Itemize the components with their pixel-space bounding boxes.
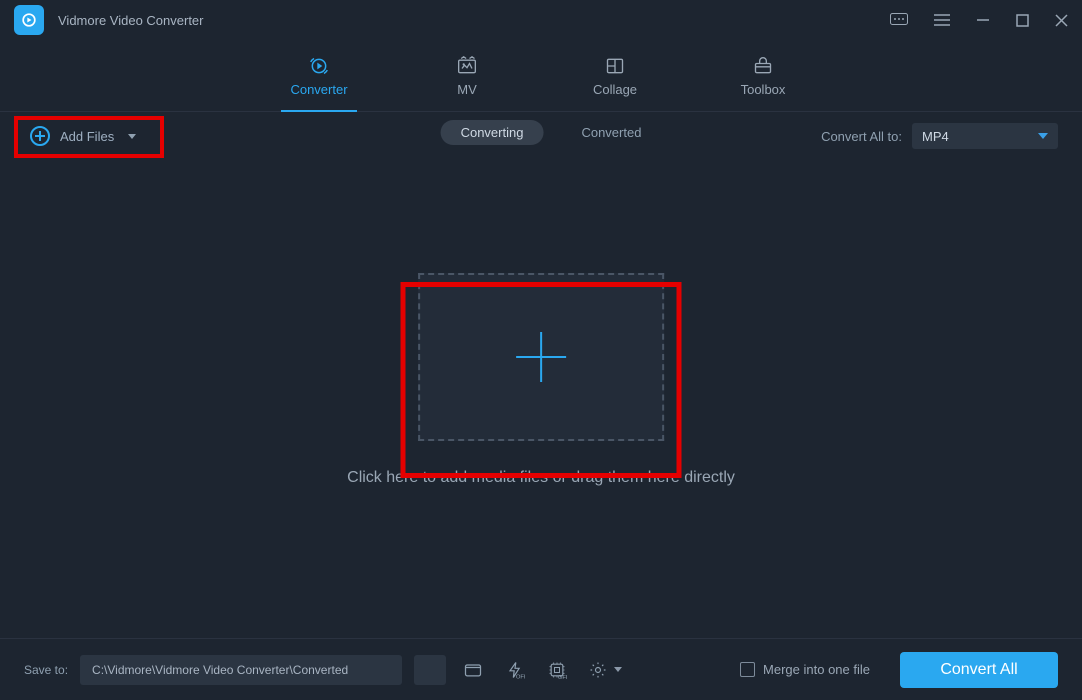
save-path-value: C:\Vidmore\Vidmore Video Converter\Conve… [92, 663, 348, 677]
footer-bar: Save to: C:\Vidmore\Vidmore Video Conver… [0, 638, 1082, 700]
tab-converting[interactable]: Converting [441, 120, 544, 145]
feedback-icon[interactable] [890, 13, 908, 27]
main-tabs: Converter MV Collage Toolbox [0, 40, 1082, 112]
menu-icon[interactable] [934, 14, 950, 26]
titlebar: Vidmore Video Converter [0, 0, 1082, 40]
tab-mv-label: MV [457, 82, 477, 97]
tab-collage[interactable]: Collage [579, 56, 651, 111]
chevron-down-icon [614, 667, 622, 672]
svg-text:OFF: OFF [516, 674, 525, 680]
convert-all-to-label: Convert All to: [821, 129, 902, 144]
merge-label: Merge into one file [763, 662, 870, 677]
output-format-value: MP4 [922, 129, 949, 144]
add-files-button[interactable]: Add Files [24, 122, 142, 150]
drop-zone[interactable] [418, 273, 664, 441]
gpu-button[interactable]: OFF [542, 655, 572, 685]
settings-dropdown[interactable] [584, 660, 626, 680]
maximize-button[interactable] [1016, 14, 1029, 27]
output-format-dropdown[interactable]: MP4 [912, 123, 1058, 149]
hardware-accel-button[interactable]: OFF [500, 655, 530, 685]
chevron-down-icon [128, 134, 136, 139]
plus-icon [516, 332, 566, 382]
tab-converter[interactable]: Converter [283, 56, 355, 111]
tab-converter-label: Converter [290, 82, 347, 97]
tab-collage-label: Collage [593, 82, 637, 97]
save-path-display[interactable]: C:\Vidmore\Vidmore Video Converter\Conve… [80, 655, 402, 685]
convert-all-button[interactable]: Convert All [900, 652, 1058, 688]
tab-toolbox-label: Toolbox [741, 82, 786, 97]
chevron-down-icon [1038, 133, 1048, 139]
save-path-dropdown[interactable] [414, 655, 446, 685]
app-logo [14, 5, 44, 35]
add-files-label: Add Files [60, 129, 114, 144]
minimize-button[interactable] [976, 13, 990, 27]
tab-toolbox[interactable]: Toolbox [727, 56, 799, 111]
plus-circle-icon [30, 126, 50, 146]
tab-converted[interactable]: Converted [581, 125, 641, 140]
open-folder-button[interactable] [458, 655, 488, 685]
drop-zone-hint: Click here to add media files or drag th… [347, 469, 735, 487]
checkbox-icon [740, 662, 755, 677]
merge-checkbox[interactable]: Merge into one file [740, 662, 870, 677]
work-area: Click here to add media files or drag th… [0, 160, 1082, 638]
window-controls [890, 13, 1068, 27]
close-button[interactable] [1055, 14, 1068, 27]
app-title: Vidmore Video Converter [58, 13, 890, 28]
tab-mv[interactable]: MV [431, 56, 503, 111]
convert-all-to-group: Convert All to: MP4 [821, 123, 1058, 149]
svg-text:OFF: OFF [558, 675, 567, 680]
conversion-state-tabs: Converting Converted [441, 120, 642, 145]
save-to-label: Save to: [24, 663, 68, 677]
